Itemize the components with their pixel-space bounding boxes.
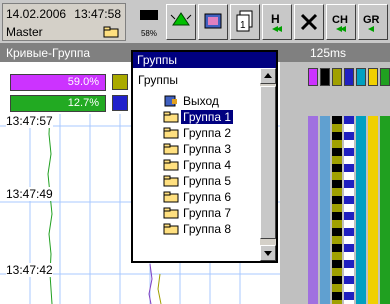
trend-title: Кривые-Группа	[6, 46, 91, 60]
dropdown-item-group-1[interactable]: Группа 1	[163, 109, 271, 125]
cpu-meter: 58%	[134, 4, 164, 40]
channel-stripe	[320, 116, 330, 304]
channel-stripe	[368, 116, 378, 304]
exit-icon	[164, 95, 177, 107]
dropdown-item-label: Группа 5	[183, 174, 232, 188]
dropdown-item-group-7[interactable]: Группа 7	[163, 205, 271, 221]
folder-icon	[163, 191, 179, 203]
svg-text:H: H	[271, 12, 280, 26]
pages-button[interactable]: 1	[230, 4, 260, 40]
ch-icon: CH	[332, 14, 348, 32]
series-swatch-4	[112, 95, 128, 111]
top-status-bar: 14.02.2006 13:47:58 Master 58% 1 H CH GR	[0, 0, 390, 44]
dropdown-title: Группы	[137, 53, 177, 67]
scroll-up-button[interactable]	[260, 68, 276, 84]
status-date: 14.02.2006	[6, 7, 67, 21]
arrow-up-icon	[264, 73, 272, 78]
dropdown-item-group-5[interactable]: Группа 5	[163, 173, 271, 189]
channel-stripe	[356, 116, 366, 304]
folder-icon	[163, 175, 179, 187]
channel-box[interactable]	[356, 68, 366, 86]
channel-box[interactable]	[332, 68, 342, 86]
folder-icon	[163, 143, 179, 155]
value-box-2[interactable]: 12.7%	[10, 95, 106, 112]
pages-icon: 1	[236, 10, 253, 32]
svg-text:1: 1	[240, 20, 246, 31]
dropdown-item-label: Группа 2	[183, 126, 232, 140]
dropdown-item-exit[interactable]: Выход	[163, 93, 271, 109]
scroll-down-button[interactable]	[260, 245, 276, 261]
dropdown-item-label: Группа 3	[183, 142, 232, 156]
channel-stripe	[308, 116, 318, 304]
svg-text:CH: CH	[332, 14, 348, 26]
dropdown-item-label: Группа 6	[183, 190, 232, 204]
series-line-olive	[157, 273, 162, 304]
dropdown-item-group-8[interactable]: Группа 8	[163, 221, 271, 237]
dropdown-item-group-3[interactable]: Группа 3	[163, 141, 271, 157]
channel-stripe	[344, 116, 354, 304]
groups-dropdown[interactable]: Группы Группы Выход Группа 1 Группа 2 Гр…	[131, 50, 278, 263]
dropdown-item-label: Группа 4	[183, 158, 232, 172]
dropdown-item-label: Группа 8	[183, 222, 232, 236]
folder-icon	[163, 111, 179, 123]
folder-icon	[163, 127, 179, 139]
dropdown-header: Группы	[138, 73, 178, 87]
dropdown-item-label: Группа 7	[183, 206, 232, 220]
monitor-button[interactable]	[198, 4, 228, 40]
folder-icon	[163, 207, 179, 219]
channel-stripe	[380, 116, 390, 304]
folder-icon	[163, 159, 179, 171]
status-time: 13:47:58	[74, 7, 121, 21]
channel-box[interactable]	[344, 68, 354, 86]
dropdown-item-group-6[interactable]: Группа 6	[163, 189, 271, 205]
time-label-3: 13:47:42	[6, 263, 53, 277]
dropdown-scrollbar[interactable]	[260, 68, 276, 261]
dropdown-item-group-4[interactable]: Группа 4	[163, 157, 271, 173]
alarm-icon	[170, 12, 192, 26]
datetime-panel: 14.02.2006 13:47:58 Master	[2, 3, 126, 41]
channel-box[interactable]	[368, 68, 378, 86]
status-role: Master	[6, 25, 43, 39]
tools-icon	[300, 13, 318, 31]
value-box-1[interactable]: 59.0%	[10, 74, 106, 91]
channel-stripe	[332, 116, 342, 304]
time-label-1: 13:47:57	[6, 114, 53, 128]
arrow-down-icon	[264, 251, 272, 256]
time-label-2: 13:47:49	[6, 187, 53, 201]
dropdown-title-bar: Группы	[133, 52, 276, 68]
tools-button[interactable]	[294, 4, 324, 40]
value-text-1: 59.0%	[67, 76, 99, 88]
svg-text:GR: GR	[363, 14, 380, 26]
dropdown-item-label: Группа 1	[181, 110, 234, 124]
channel-panel: 125ms	[280, 44, 390, 304]
interval-label: 125ms	[310, 46, 347, 60]
value-text-2: 12.7%	[67, 97, 99, 109]
channel-box[interactable]	[380, 68, 390, 86]
grp-button[interactable]: GR	[358, 4, 388, 40]
ch-button[interactable]: CH	[326, 4, 356, 40]
series-swatch-3	[112, 74, 128, 90]
hold-icon: H	[271, 12, 282, 32]
alarm-button[interactable]	[166, 4, 196, 40]
dropdown-item-label: Выход	[183, 94, 219, 108]
cpu-percent: 58%	[140, 29, 157, 38]
channel-box[interactable]	[320, 68, 330, 86]
channel-header: 125ms	[280, 44, 390, 62]
scroll-thumb[interactable]	[260, 86, 276, 239]
folder-icon	[103, 26, 119, 38]
monitor-icon	[204, 13, 222, 29]
dropdown-item-group-2[interactable]: Группа 2	[163, 125, 271, 141]
folder-icon	[163, 223, 179, 235]
grp-icon: GR	[363, 14, 380, 32]
hold-button[interactable]: H	[262, 4, 292, 40]
cpu-meter-icon	[140, 10, 158, 20]
channel-box[interactable]	[308, 68, 318, 86]
